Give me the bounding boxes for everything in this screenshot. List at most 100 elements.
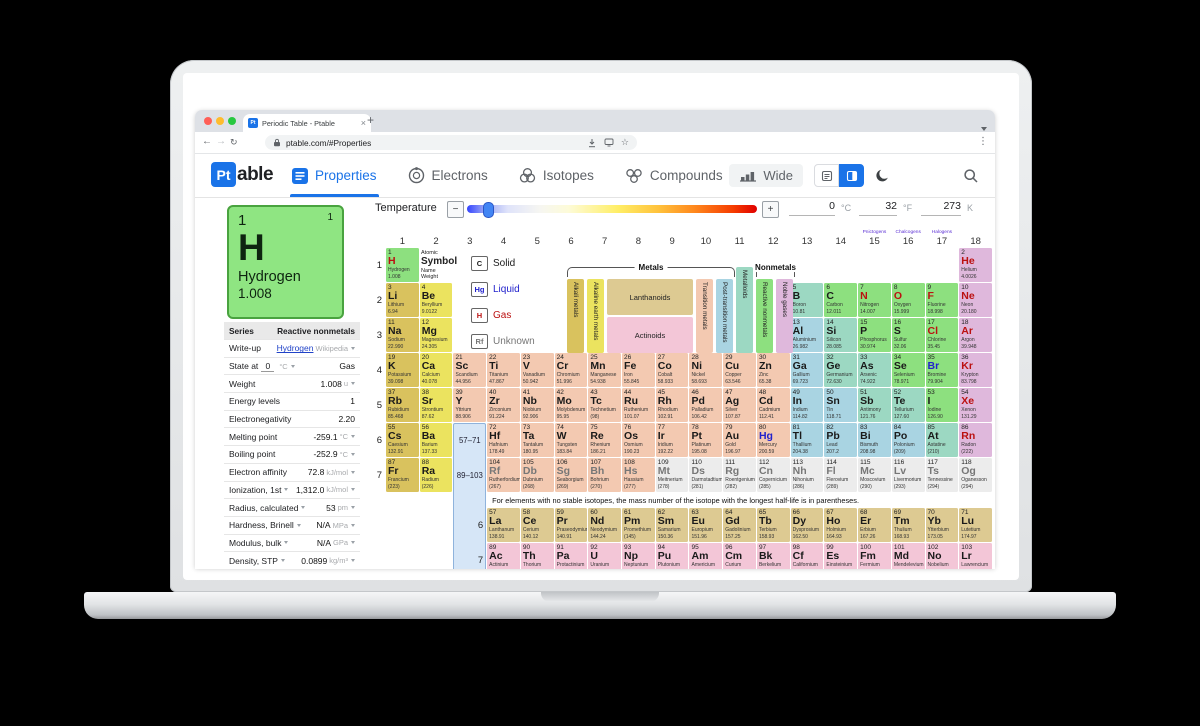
element-Yb[interactable]: 70YbYtterbium173.05 — [926, 508, 959, 542]
element-Rg[interactable]: 111RgRoentgenium(282) — [723, 458, 756, 492]
element-Ts[interactable]: 117TsTennessine(294) — [926, 458, 959, 492]
element-Tb[interactable]: 65TbTerbium158.93 — [757, 508, 790, 542]
legend-actinoids[interactable]: Actinoids — [607, 317, 693, 353]
element-Og[interactable]: 118OgOganesson(294) — [959, 458, 992, 492]
element-Eu[interactable]: 63EuEuropium151.96 — [689, 508, 722, 542]
element-C[interactable]: 6CCarbon12.011 — [824, 283, 857, 317]
element-Rn[interactable]: 86RnRadon(222) — [959, 423, 992, 457]
element-Fm[interactable]: 100FmFermium(257) — [858, 543, 891, 569]
element-Lv[interactable]: 116LvLivermorium(293) — [892, 458, 925, 492]
element-Re[interactable]: 75ReRhenium186.21 — [588, 423, 621, 457]
forward-icon[interactable]: → — [216, 135, 226, 149]
back-icon[interactable]: ← — [202, 135, 212, 149]
property-row-electronegativity[interactable]: Electronegativity2.20 — [224, 410, 360, 428]
element-Db[interactable]: 105DbDubnium(268) — [521, 458, 554, 492]
element-Lu[interactable]: 71LuLutetium174.97 — [959, 508, 992, 542]
new-tab-button[interactable]: + — [367, 113, 374, 127]
temperature-minus-button[interactable]: − — [447, 201, 464, 218]
property-row-melting-point[interactable]: Melting point-259.1°C — [224, 427, 360, 445]
padlock-icon[interactable] — [273, 138, 281, 147]
element-Cf[interactable]: 98CfCalifornium(251) — [791, 543, 824, 569]
element-Mc[interactable]: 115McMoscovium(290) — [858, 458, 891, 492]
celsius-input[interactable]: 0 — [789, 200, 835, 216]
element-Nb[interactable]: 41NbNiobium92.906 — [521, 388, 554, 422]
element-I[interactable]: 53IIodine126.90 — [926, 388, 959, 422]
element-Pm[interactable]: 61PmPromethium(145) — [622, 508, 655, 542]
element-Gd[interactable]: 64GdGadolinium157.25 — [723, 508, 756, 542]
element-Ce[interactable]: 58CeCerium140.12 — [521, 508, 554, 542]
element-Si[interactable]: 14SiSilicon28.085 — [824, 318, 857, 352]
property-row-write-up[interactable]: Write-upHydrogenWikipedia — [224, 339, 360, 357]
element-Nh[interactable]: 113NhNihonium(286) — [791, 458, 824, 492]
element-Cd[interactable]: 48CdCadmium112.41 — [757, 388, 790, 422]
element-H[interactable]: 1HHydrogen1.008 — [386, 248, 419, 282]
element-Tc[interactable]: 43TcTechnetium(98) — [588, 388, 621, 422]
element-In[interactable]: 49InIndium114.82 — [791, 388, 824, 422]
element-Es[interactable]: 99EsEinsteinium(252) — [824, 543, 857, 569]
legend-metalloids[interactable]: Metalloids — [736, 267, 753, 353]
element-Rf[interactable]: 104RfRutherfordium(267) — [487, 458, 520, 492]
browser-menu-icon[interactable]: ⋮ — [978, 136, 988, 147]
element-Ba[interactable]: 56BaBarium137.33 — [420, 423, 453, 457]
element-Na[interactable]: 11NaSodium22.990 — [386, 318, 419, 352]
legend-state-solid[interactable]: C Solid — [471, 256, 535, 271]
legend-transition-metals[interactable]: Transition metals — [696, 279, 713, 353]
element-W[interactable]: 74WTungsten183.84 — [555, 423, 588, 457]
install-app-icon[interactable] — [604, 138, 614, 147]
element-O[interactable]: 8OOxygen15.999 — [892, 283, 925, 317]
element-Kr[interactable]: 36KrKrypton83.798 — [959, 353, 992, 387]
element-Mo[interactable]: 42MoMolybdenum95.95 — [555, 388, 588, 422]
element-Zr[interactable]: 40ZrZirconium91.224 — [487, 388, 520, 422]
element-Mt[interactable]: 109MtMeitnerium(278) — [656, 458, 689, 492]
element-Sb[interactable]: 51SbAntimony121.76 — [858, 388, 891, 422]
lanthanide-range-cell[interactable]: 57–71 — [453, 423, 486, 457]
element-Ne[interactable]: 10NeNeon20.180 — [959, 283, 992, 317]
element-Po[interactable]: 84PoPolonium(209) — [892, 423, 925, 457]
browser-tab[interactable]: Pt Periodic Table - Ptable × — [243, 114, 371, 132]
minimize-window-button[interactable] — [216, 117, 224, 125]
element-Mg[interactable]: 12MgMagnesium24.305 — [420, 318, 453, 352]
element-Hs[interactable]: 108HsHassium(277) — [622, 458, 655, 492]
temperature-slider-thumb[interactable] — [483, 202, 494, 218]
element-Fr[interactable]: 87FrFrancium(223) — [386, 458, 419, 492]
element-Pr[interactable]: 59PrPraseodymium140.91 — [555, 508, 588, 542]
element-Li[interactable]: 3LiLithium6.94 — [386, 283, 419, 317]
element-Sr[interactable]: 38SrStrontium87.62 — [420, 388, 453, 422]
property-row-modulus-bulk[interactable]: Modulus, bulkN/AGPa — [224, 534, 360, 552]
property-row-electron-affinity[interactable]: Electron affinity72.8kJ/mol — [224, 463, 360, 481]
element-Pt[interactable]: 78PtPlatinum195.08 — [689, 423, 722, 457]
element-S[interactable]: 16SSulfur32.06 — [892, 318, 925, 352]
series-header-row[interactable]: Series Reactive nonmetals — [224, 322, 360, 339]
element-Ho[interactable]: 67HoHolmium164.93 — [824, 508, 857, 542]
element-No[interactable]: 102NoNobelium(259) — [926, 543, 959, 569]
element-Dy[interactable]: 66DyDysprosium162.50 — [791, 508, 824, 542]
reload-icon[interactable]: ↻ — [230, 135, 238, 149]
property-row-density-stp[interactable]: Density, STP0.0899kg/m³ — [224, 551, 360, 569]
legend-lanthanoids[interactable]: Lanthanoids — [607, 279, 693, 315]
ptable-logo[interactable]: Ptable — [211, 162, 273, 187]
element-Rh[interactable]: 45RhRhodium102.91 — [656, 388, 689, 422]
legend-post-transition-metals[interactable]: Post-transition metals — [716, 279, 733, 353]
element-K[interactable]: 19KPotassium39.098 — [386, 353, 419, 387]
element-At[interactable]: 85AtAstatine(210) — [926, 423, 959, 457]
element-Ta[interactable]: 73TaTantalum180.95 — [521, 423, 554, 457]
element-Fl[interactable]: 114FlFlerovium(289) — [824, 458, 857, 492]
element-Pa[interactable]: 91PaProtactinium231.04 — [555, 543, 588, 569]
legend-state-liquid[interactable]: Hg Liquid — [471, 282, 535, 297]
zoom-window-button[interactable] — [228, 117, 236, 125]
element-Hg[interactable]: 80HgMercury200.59 — [757, 423, 790, 457]
element-Pu[interactable]: 94PuPlutonium(244) — [656, 543, 689, 569]
element-Sm[interactable]: 62SmSamarium150.36 — [656, 508, 689, 542]
dark-mode-icon[interactable] — [875, 168, 890, 183]
property-row-weight[interactable]: Weight1.008u — [224, 374, 360, 392]
kelvin-input[interactable]: 273 — [921, 200, 961, 216]
temperature-slider[interactable] — [467, 205, 757, 213]
search-icon[interactable] — [963, 168, 979, 184]
table-view-button[interactable] — [814, 164, 839, 187]
element-Am[interactable]: 95AmAmericium(243) — [689, 543, 722, 569]
property-row-state-at[interactable]: State at0°CGas — [224, 357, 360, 375]
element-Nd[interactable]: 60NdNeodymium144.24 — [588, 508, 621, 542]
actinide-range-cell[interactable]: 89–103 — [453, 458, 486, 492]
element-Ra[interactable]: 88RaRadium(226) — [420, 458, 453, 492]
temperature-plus-button[interactable]: + — [762, 201, 779, 218]
